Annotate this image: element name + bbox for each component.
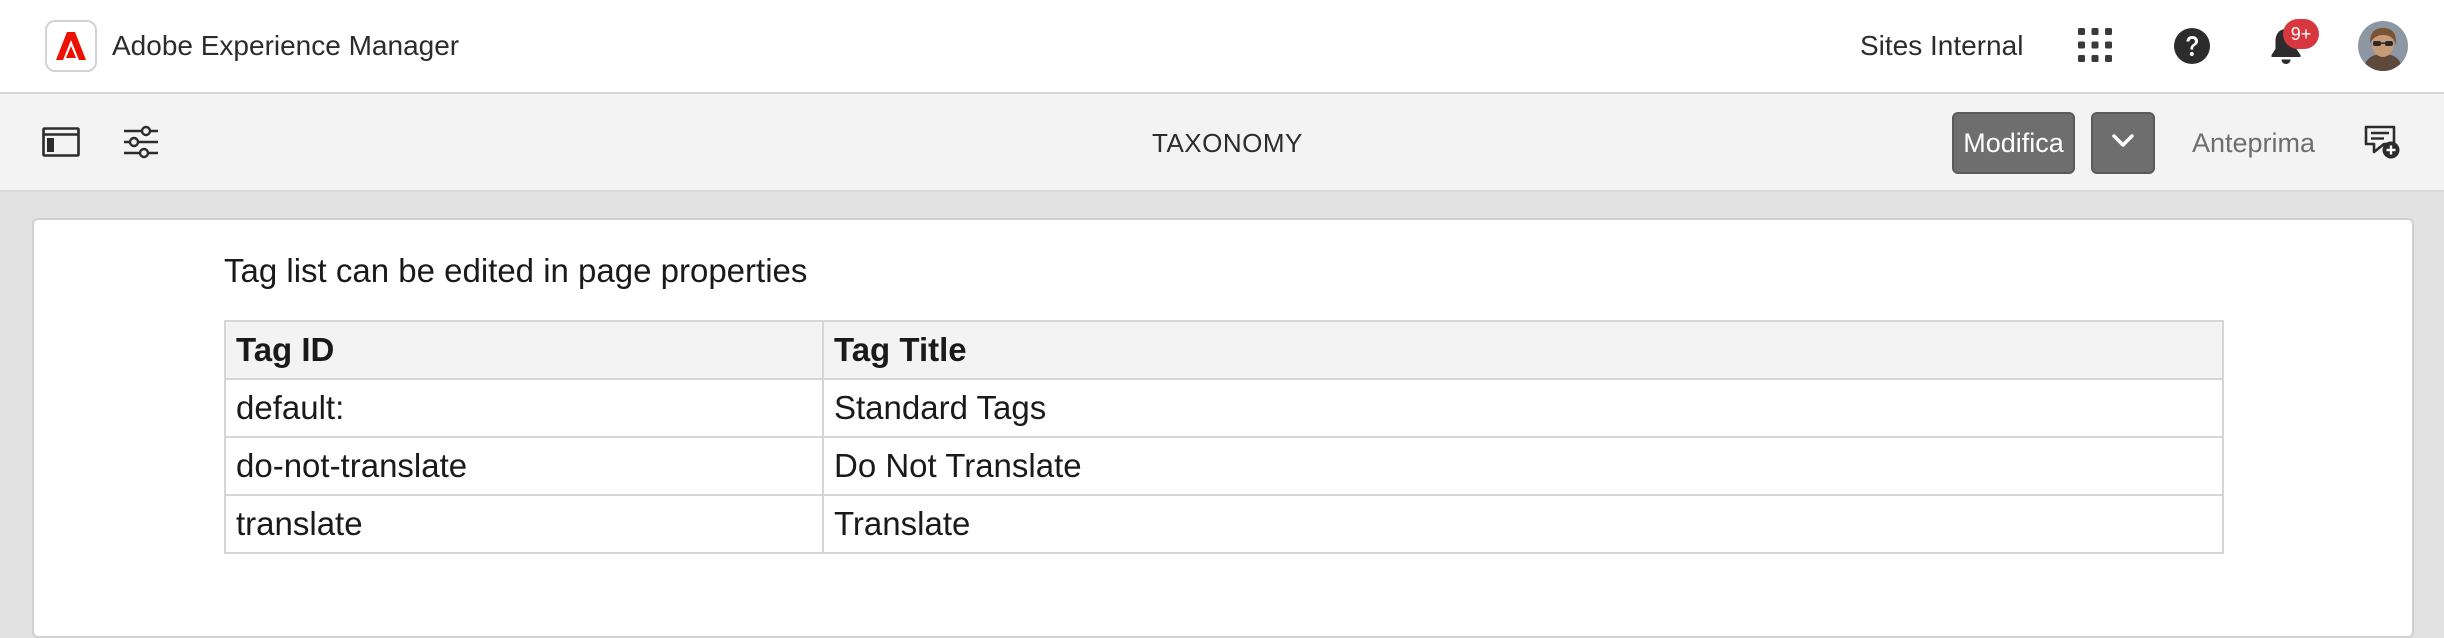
table-row: default: Standard Tags (224, 378, 2224, 438)
tag-id-cell: do-not-translate (224, 436, 824, 496)
chevron-down-icon (2112, 133, 2134, 153)
table-header-row: Tag ID Tag Title (224, 320, 2224, 380)
tag-title-cell: Standard Tags (822, 378, 2224, 438)
info-text: Tag list can be edited in page propertie… (224, 252, 808, 289)
help-icon[interactable] (2171, 25, 2213, 67)
tag-title-cell: Do Not Translate (822, 436, 2224, 496)
notification-badge: 9+ (2283, 19, 2319, 49)
preview-button[interactable]: Anteprima (2192, 126, 2315, 160)
annotate-icon[interactable] (2362, 122, 2402, 162)
avatar[interactable] (2358, 21, 2408, 71)
tag-title-cell: Translate (822, 494, 2224, 554)
table-row: translate Translate (224, 494, 2224, 554)
header-tag-id: Tag ID (224, 320, 824, 380)
header-tag-title: Tag Title (822, 320, 2224, 380)
tag-id-cell: translate (224, 494, 824, 554)
page-title: TAXONOMY (1152, 128, 1303, 158)
tag-table: Tag ID Tag Title default: Standard Tags … (224, 320, 2224, 554)
apps-grid-icon[interactable] (2075, 25, 2115, 65)
editor-toolbar: TAXONOMY Modifica Anteprima (0, 94, 2444, 192)
site-label[interactable]: Sites Internal (1860, 28, 2023, 64)
tag-id-cell: default: (224, 378, 824, 438)
side-panel-icon[interactable] (40, 124, 82, 160)
page-properties-icon[interactable] (120, 122, 162, 162)
edit-mode-button[interactable]: Modifica (1952, 112, 2075, 174)
table-row: do-not-translate Do Not Translate (224, 436, 2224, 496)
shell-header: Adobe Experience Manager Sites Internal … (0, 0, 2444, 94)
app-title[interactable]: Adobe Experience Manager (112, 28, 459, 64)
adobe-logo-icon[interactable] (45, 20, 97, 72)
mode-dropdown-button[interactable] (2091, 112, 2155, 174)
